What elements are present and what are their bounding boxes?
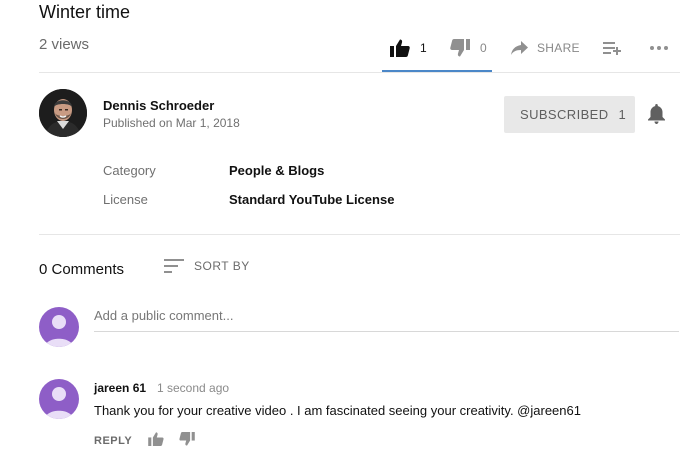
like-button[interactable]: 1 — [390, 36, 427, 60]
license-label: License — [103, 192, 148, 207]
category-label: Category — [103, 163, 156, 178]
category-value[interactable]: People & Blogs — [229, 163, 324, 178]
more-icon — [650, 46, 668, 50]
dislike-count: 0 — [480, 41, 487, 55]
comment-like-button[interactable] — [148, 432, 164, 451]
subscribed-label: SUBSCRIBED — [520, 107, 609, 122]
subscriber-count: 1 — [618, 107, 627, 122]
notification-bell-button[interactable] — [648, 104, 665, 129]
comment-author-avatar[interactable] — [39, 379, 79, 419]
add-to-playlist-icon — [603, 42, 621, 55]
comment-author[interactable]: jareen 61 — [94, 381, 146, 395]
reply-button[interactable]: REPLY — [94, 435, 132, 447]
share-label: SHARE — [537, 41, 580, 55]
view-count: 2 views — [39, 36, 90, 53]
video-title: Winter time — [39, 2, 131, 22]
share-arrow-icon — [511, 41, 528, 55]
channel-name[interactable]: Dennis Schroeder — [103, 98, 214, 113]
thumb-up-icon — [148, 432, 164, 446]
channel-avatar[interactable] — [39, 89, 87, 137]
sort-by-label: SORT BY — [194, 259, 250, 273]
add-comment-input[interactable]: Add a public comment... — [94, 308, 679, 332]
share-button[interactable]: SHARE — [511, 36, 580, 60]
like-count: 1 — [420, 41, 427, 55]
comment-time[interactable]: 1 second ago — [157, 381, 229, 395]
divider — [39, 72, 680, 73]
comments-count: 0 Comments — [39, 261, 125, 278]
user-avatar-icon — [45, 387, 73, 419]
user-avatar-icon — [45, 315, 73, 347]
thumb-down-icon — [179, 432, 195, 446]
dislike-button[interactable]: 0 — [450, 36, 487, 60]
sort-by-button[interactable]: SORT BY — [164, 259, 250, 273]
current-user-avatar — [39, 307, 79, 347]
sort-icon — [164, 259, 184, 273]
channel-avatar-image — [39, 89, 87, 137]
license-value: Standard YouTube License — [229, 192, 395, 207]
more-button[interactable] — [649, 36, 669, 60]
publish-date: Published on Mar 1, 2018 — [103, 116, 240, 130]
thumb-down-icon — [450, 39, 470, 57]
video-actions: 1 0 SHARE — [382, 30, 682, 72]
subscribed-button[interactable]: SUBSCRIBED 1 — [504, 96, 635, 133]
comment-text: Thank you for your creative video . I am… — [94, 403, 581, 418]
divider — [39, 234, 680, 235]
add-to-playlist-button[interactable] — [603, 36, 622, 60]
bell-icon — [648, 104, 665, 124]
comment-dislike-button[interactable] — [179, 432, 195, 451]
thumb-up-icon — [390, 39, 410, 57]
